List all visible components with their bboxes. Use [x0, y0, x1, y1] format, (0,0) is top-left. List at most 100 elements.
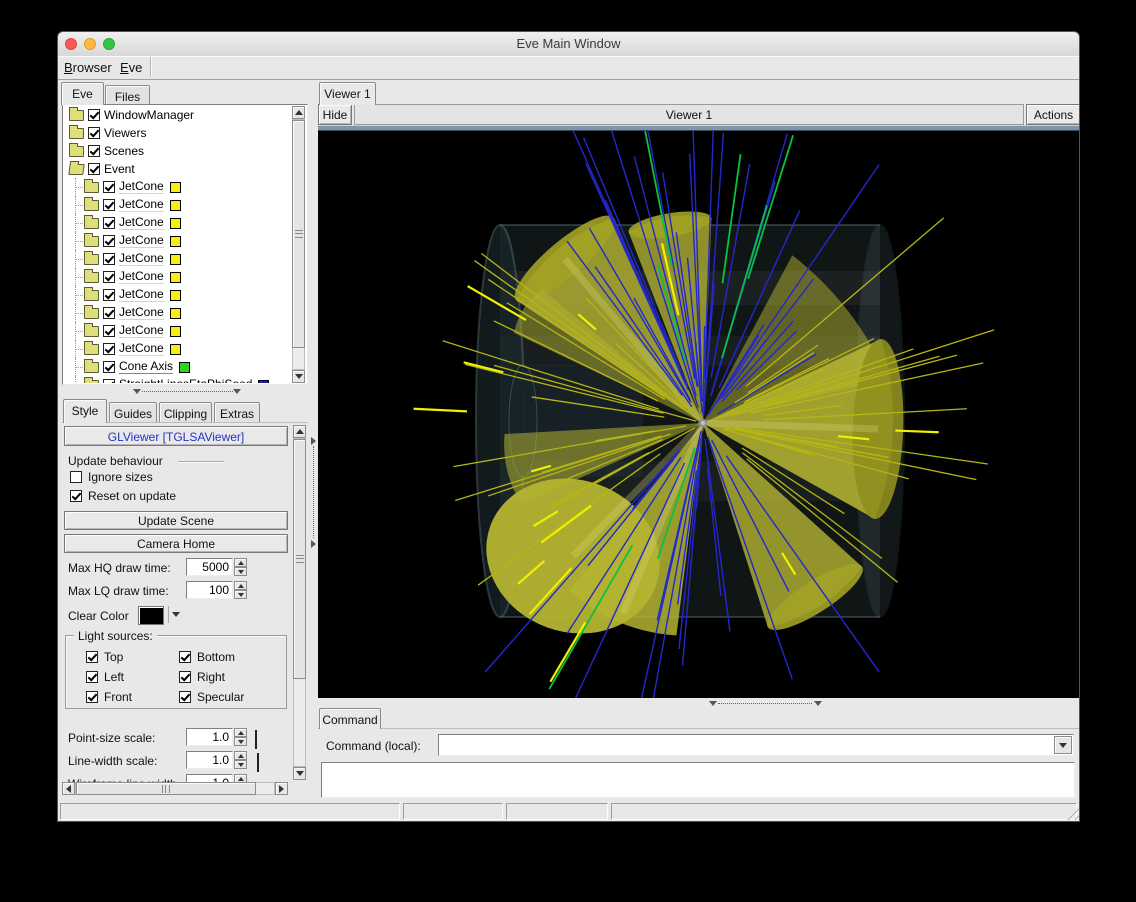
item-color-swatch[interactable]: [170, 236, 181, 247]
editor-scrollbar[interactable]: [293, 425, 307, 780]
light-checkbox-bottom[interactable]: Bottom: [179, 650, 278, 664]
tree-item-checkbox[interactable]: [103, 181, 115, 193]
tree-item-label[interactable]: Cone Axis: [119, 360, 173, 374]
tree-item-label[interactable]: Scenes: [104, 145, 144, 158]
tree-item-label[interactable]: WindowManager: [104, 109, 194, 122]
menu-browser[interactable]: Browser: [60, 60, 116, 75]
tree-item-checkbox[interactable]: [103, 235, 115, 247]
line-width-input[interactable]: 1.0: [186, 751, 233, 769]
item-color-swatch[interactable]: [170, 200, 181, 211]
tab-clipping[interactable]: Clipping: [159, 402, 212, 423]
tree-item-label[interactable]: Viewers: [104, 127, 146, 140]
checkbox-icon[interactable]: [86, 671, 98, 683]
tree-item-straightlinesetaphiseed[interactable]: StraightLinesEtaPhiSeed: [64, 376, 292, 383]
item-color-swatch[interactable]: [170, 308, 181, 319]
tab-eve[interactable]: Eve: [61, 82, 104, 105]
update-scene-button[interactable]: Update Scene: [64, 511, 288, 530]
tree-item-label[interactable]: JetCone: [119, 270, 164, 284]
line-width-spinner[interactable]: [234, 751, 247, 769]
tree-item-checkbox[interactable]: [103, 379, 115, 383]
tree-item-jetcone[interactable]: JetCone: [64, 178, 292, 196]
tree-item-jetcone[interactable]: JetCone: [64, 286, 292, 304]
tree-item-viewers[interactable]: Viewers: [64, 124, 292, 142]
scroll-left-button[interactable]: [62, 782, 75, 795]
tree-item-jetcone[interactable]: JetCone: [64, 232, 292, 250]
light-checkbox-right[interactable]: Right: [179, 670, 278, 684]
clear-color-dropdown-icon[interactable]: [172, 612, 180, 617]
point-size-checkbox[interactable]: [255, 730, 257, 749]
checkbox-icon[interactable]: [179, 651, 191, 663]
command-output[interactable]: [321, 762, 1075, 798]
checkbox-icon[interactable]: [179, 691, 191, 703]
command-dropdown-button[interactable]: [1054, 736, 1072, 754]
tree-item-label[interactable]: JetCone: [119, 216, 164, 230]
tab-extras[interactable]: Extras: [214, 402, 260, 423]
tree-item-checkbox[interactable]: [103, 325, 115, 337]
scroll-up-button[interactable]: [293, 425, 306, 438]
actions-button[interactable]: Actions: [1026, 104, 1080, 125]
wireframe-spinner[interactable]: [234, 774, 247, 782]
item-color-swatch[interactable]: [170, 218, 181, 229]
light-checkbox-left[interactable]: Left: [86, 670, 179, 684]
tab-viewer-1[interactable]: Viewer 1: [319, 82, 376, 105]
light-checkbox-top[interactable]: Top: [86, 650, 179, 664]
tree-item-jetcone[interactable]: JetCone: [64, 322, 292, 340]
gl-viewport[interactable]: [318, 131, 1080, 698]
point-size-spinner[interactable]: [234, 728, 247, 746]
tree-item-cone-axis[interactable]: Cone Axis: [64, 358, 292, 376]
checkbox-icon[interactable]: [70, 490, 82, 502]
tree-item-jetcone[interactable]: JetCone: [64, 250, 292, 268]
scrollbar-thumb[interactable]: [76, 782, 256, 795]
max-hq-spinner[interactable]: [234, 558, 247, 576]
wireframe-input[interactable]: 1.0: [186, 774, 233, 782]
title-bar[interactable]: Eve Main Window: [58, 32, 1079, 57]
scroll-up-button[interactable]: [292, 106, 305, 119]
tree-item-checkbox[interactable]: [88, 127, 100, 139]
tree-item-jetcone[interactable]: JetCone: [64, 214, 292, 232]
item-color-swatch[interactable]: [170, 326, 181, 337]
tree-item-checkbox[interactable]: [88, 163, 100, 175]
checkbox-icon[interactable]: [86, 691, 98, 703]
item-color-swatch[interactable]: [170, 254, 181, 265]
event-display-3d[interactable]: [318, 131, 1080, 698]
tree-item-jetcone[interactable]: JetCone: [64, 340, 292, 358]
tree-item-checkbox[interactable]: [103, 271, 115, 283]
tree-item-label[interactable]: JetCone: [119, 288, 164, 302]
tree-item-label[interactable]: StraightLinesEtaPhiSeed: [119, 378, 252, 383]
item-color-swatch[interactable]: [170, 182, 181, 193]
tab-command[interactable]: Command: [319, 708, 381, 729]
tab-style[interactable]: Style: [63, 399, 107, 423]
command-combobox[interactable]: [438, 734, 1074, 756]
tree-item-scenes[interactable]: Scenes: [64, 142, 292, 160]
tree-scrollbar[interactable]: [292, 106, 306, 383]
scrollbar-thumb[interactable]: [292, 120, 305, 348]
tree-item-checkbox[interactable]: [103, 307, 115, 319]
tree-item-checkbox[interactable]: [103, 361, 115, 373]
editor-h-scrollbar[interactable]: [62, 782, 288, 796]
tree-item-checkbox[interactable]: [103, 253, 115, 265]
tree-item-label[interactable]: JetCone: [119, 324, 164, 338]
item-color-swatch[interactable]: [179, 362, 190, 373]
scroll-right-button[interactable]: [275, 782, 288, 795]
tab-guides[interactable]: Guides: [109, 402, 157, 423]
viewer-title-bar[interactable]: Viewer 1: [354, 104, 1024, 125]
hide-button[interactable]: Hide: [318, 104, 352, 125]
vertical-splitter[interactable]: [310, 82, 318, 798]
tree-item-checkbox[interactable]: [103, 217, 115, 229]
tree-item-label[interactable]: JetCone: [119, 234, 164, 248]
scrollbar-thumb[interactable]: [293, 439, 306, 679]
ignore-sizes-checkbox[interactable]: Ignore sizes: [70, 470, 153, 484]
checkbox-icon[interactable]: [179, 671, 191, 683]
tree-item-label[interactable]: JetCone: [119, 306, 164, 320]
tree-item-jetcone[interactable]: JetCone: [64, 196, 292, 214]
item-color-swatch[interactable]: [258, 380, 269, 384]
clear-color-swatch[interactable]: [138, 606, 164, 625]
horizontal-splitter[interactable]: [62, 387, 308, 397]
light-checkbox-specular[interactable]: Specular: [179, 690, 278, 704]
camera-home-button[interactable]: Camera Home: [64, 534, 288, 553]
glviewer-button[interactable]: GLViewer [TGLSAViewer]: [64, 426, 288, 446]
tree-item-jetcone[interactable]: JetCone: [64, 304, 292, 322]
reset-on-update-checkbox[interactable]: Reset on update: [70, 489, 176, 503]
scroll-down-button[interactable]: [292, 370, 305, 383]
tree-item-checkbox[interactable]: [103, 289, 115, 301]
